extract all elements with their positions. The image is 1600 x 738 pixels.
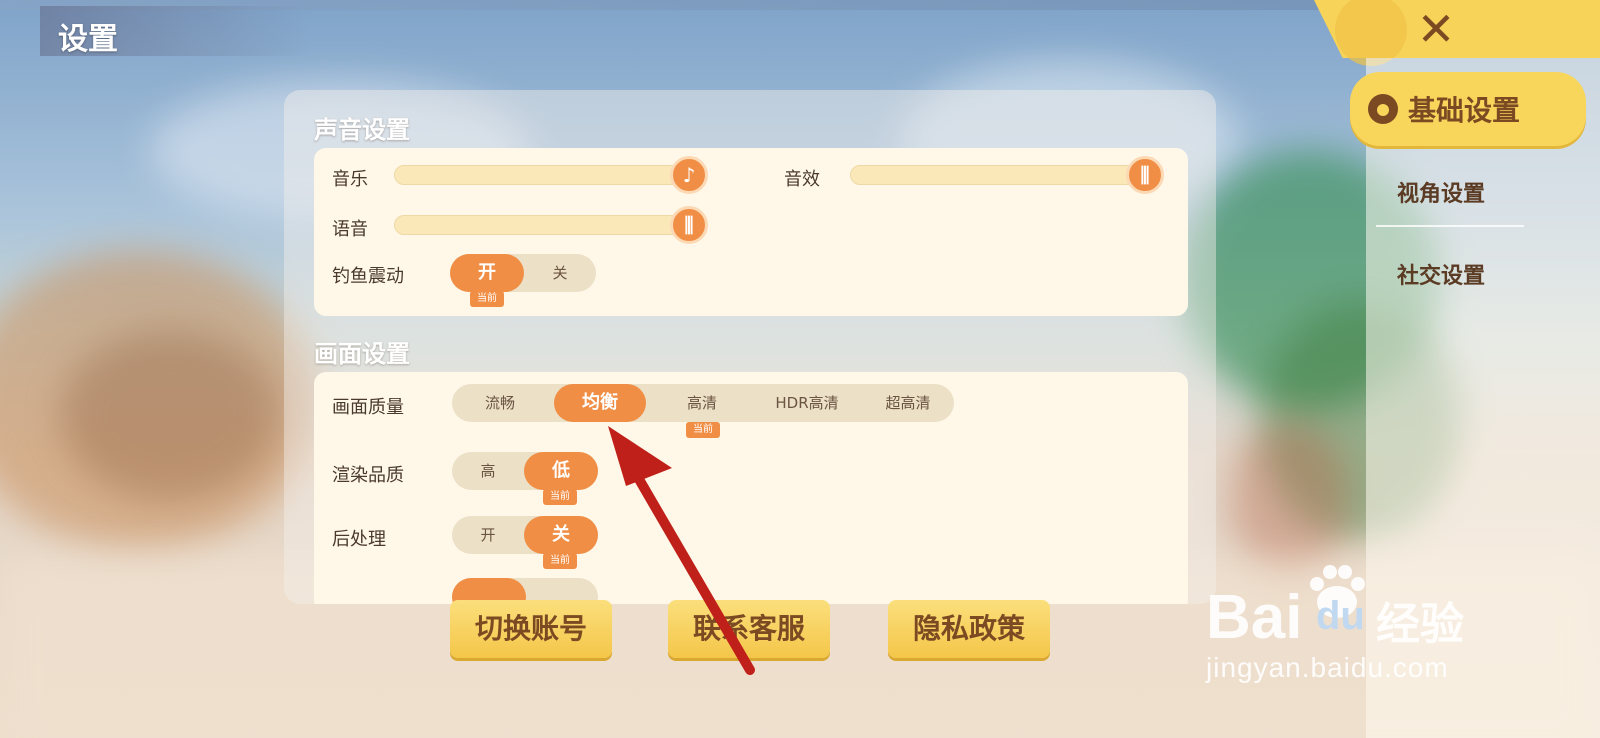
sfx-slider[interactable] — [850, 165, 1150, 185]
voice-slider[interactable] — [394, 215, 694, 235]
current-badge: 当前 — [543, 553, 577, 569]
music-note-icon[interactable]: ♪ — [670, 156, 708, 194]
watermark-url: jingyan.baidu.com — [1206, 652, 1449, 683]
tab-camera-settings[interactable]: 视角设置 — [1366, 176, 1516, 208]
tab-social-settings[interactable]: 社交设置 — [1366, 258, 1516, 290]
paw-icon — [1368, 94, 1398, 124]
voice-label: 语音 — [332, 219, 368, 240]
annotation-arrow-icon — [608, 426, 755, 675]
quality-option-smooth[interactable]: 流畅 — [452, 384, 548, 422]
current-badge: 当前 — [470, 291, 504, 307]
quality-selector: 流畅 均衡 高清 HDR高清 超高清 — [452, 384, 954, 422]
post-processing-label: 后处理 — [332, 529, 386, 550]
watermark-tag: 经验 — [1376, 599, 1464, 650]
render-quality-toggle: 高 低 — [452, 452, 598, 490]
tab-basic-settings[interactable]: 基础设置 — [1350, 72, 1586, 146]
baidu-watermark: Bai du 经验 jingyan.baidu.com — [1206, 565, 1496, 708]
render-quality-label: 渲染品质 — [332, 465, 404, 486]
post-processing-toggle: 开 关 — [452, 516, 598, 554]
post-option-on[interactable]: 开 — [452, 516, 524, 554]
render-option-high[interactable]: 高 — [452, 452, 524, 490]
sidebar-divider — [1376, 225, 1524, 227]
vibration-label: 钓鱼震动 — [332, 266, 404, 287]
graphics-section-title: 画面设置 — [314, 340, 410, 368]
music-label: 音乐 — [332, 169, 368, 190]
tab-basic-settings-label: 基础设置 — [1408, 94, 1521, 127]
equalizer-icon[interactable]: ⫼ — [670, 206, 708, 244]
sfx-label: 音效 — [784, 169, 820, 190]
close-button[interactable]: ✕ — [1408, 2, 1464, 56]
sound-section-title: 声音设置 — [314, 116, 410, 144]
vibration-option-on[interactable]: 开 — [450, 254, 524, 292]
sound-card: 音乐 ♪ 音效 ⫼ 语音 ⫼ 钓鱼震动 开 关 当前 — [314, 148, 1188, 316]
quality-option-hd[interactable]: 高清 — [652, 384, 752, 422]
music-slider[interactable] — [394, 165, 694, 185]
vibration-toggle: 开 关 — [450, 254, 596, 292]
vibration-option-off[interactable]: 关 — [524, 254, 596, 292]
quality-label: 画面质量 — [332, 397, 404, 418]
equalizer-icon[interactable]: ⫼ — [1126, 156, 1164, 194]
quality-option-ultra[interactable]: 超高清 — [862, 384, 954, 422]
page-title: 设置 — [40, 6, 310, 57]
quality-option-balanced[interactable]: 均衡 — [554, 384, 646, 422]
watermark-brand-du: du — [1316, 594, 1365, 638]
current-badge: 当前 — [543, 489, 577, 505]
quality-option-hdr[interactable]: HDR高清 — [752, 384, 862, 422]
privacy-policy-button[interactable]: 隐私政策 — [888, 600, 1050, 658]
watermark-brand: Bai — [1206, 583, 1303, 652]
